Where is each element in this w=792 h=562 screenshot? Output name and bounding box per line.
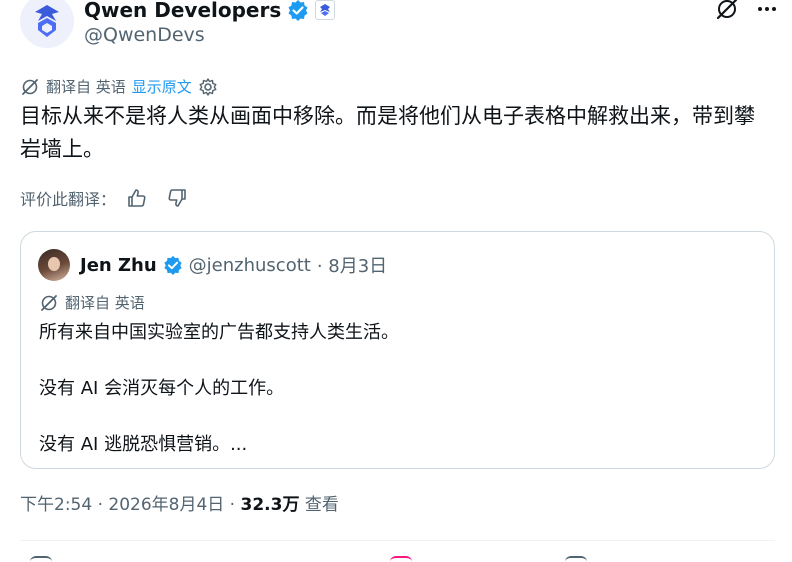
- display-name[interactable]: Qwen Developers: [84, 0, 281, 22]
- account-handle[interactable]: @QwenDevs: [84, 24, 205, 46]
- affiliate-badge-icon[interactable]: [315, 0, 336, 20]
- views-label: 查看: [299, 495, 339, 515]
- rate-translation-row: 评价此翻译：: [20, 186, 188, 210]
- tweet-timestamp[interactable]: 下午2:54 · 2026年8月4日 ·: [20, 495, 241, 515]
- quoted-translation-bar: 翻译自 英语: [39, 292, 145, 313]
- quoted-translated-from-label: 翻译自 英语: [65, 294, 145, 312]
- header-actions: [714, 0, 780, 22]
- verified-badge-icon: [164, 255, 182, 275]
- divider: [20, 540, 775, 541]
- qwen-logo-icon: [35, 5, 59, 37]
- quoted-paragraph: 没有 AI 逃脱恐惧营销。...: [39, 434, 248, 455]
- reply-icon[interactable]: [30, 556, 52, 562]
- more-icon[interactable]: [754, 0, 780, 22]
- quoted-paragraph: 没有 AI 会消灭每个人的工作。: [39, 378, 285, 399]
- gear-icon[interactable]: [198, 77, 218, 97]
- show-original-link[interactable]: 显示原文: [132, 76, 192, 97]
- name-row: Qwen Developers: [84, 0, 336, 22]
- action-bar: [20, 552, 775, 562]
- avatar[interactable]: [38, 249, 70, 281]
- translated-from-label: 翻译自 英语: [46, 78, 126, 96]
- thumbs-down-icon[interactable]: [166, 187, 188, 209]
- tweet-text: 目标从来不是将人类从画面中移除。而是将他们从电子表格中解救出来，带到攀岩墙上。: [20, 104, 755, 161]
- like-icon[interactable]: [390, 556, 412, 562]
- translation-bar: 翻译自 英语 显示原文: [20, 76, 218, 97]
- avatar[interactable]: [20, 0, 74, 48]
- quoted-tweet-body: 所有来自中国实验室的广告都支持人类生活。 没有 AI 会消灭每个人的工作。 没有…: [39, 318, 399, 486]
- rate-translation-label: 评价此翻译：: [20, 190, 117, 209]
- grok-icon[interactable]: [714, 0, 740, 22]
- thumbs-up-icon[interactable]: [126, 187, 148, 209]
- bookmark-icon[interactable]: [565, 556, 587, 562]
- quoted-tweet-date[interactable]: · 8月3日: [317, 252, 387, 278]
- translate-icon: [41, 294, 57, 311]
- verified-badge-icon: [288, 0, 308, 21]
- quoted-tweet-header: Jen Zhu @jenzhuscott · 8月3日: [38, 249, 387, 281]
- quoted-tweet[interactable]: Jen Zhu @jenzhuscott · 8月3日 翻译自 英语 所有来自中…: [20, 231, 775, 469]
- tweet-meta: 下午2:54 · 2026年8月4日 · 32.3万 查看: [20, 490, 339, 515]
- translate-icon: [22, 78, 38, 95]
- quoted-author-name[interactable]: Jen Zhu: [80, 255, 157, 276]
- quoted-paragraph: 所有来自中国实验室的广告都支持人类生活。: [39, 322, 399, 343]
- quoted-author-handle[interactable]: @jenzhuscott: [189, 255, 311, 276]
- tweet-header: Qwen Developers @QwenDevs: [20, 0, 780, 56]
- view-count: 32.3万: [240, 495, 300, 515]
